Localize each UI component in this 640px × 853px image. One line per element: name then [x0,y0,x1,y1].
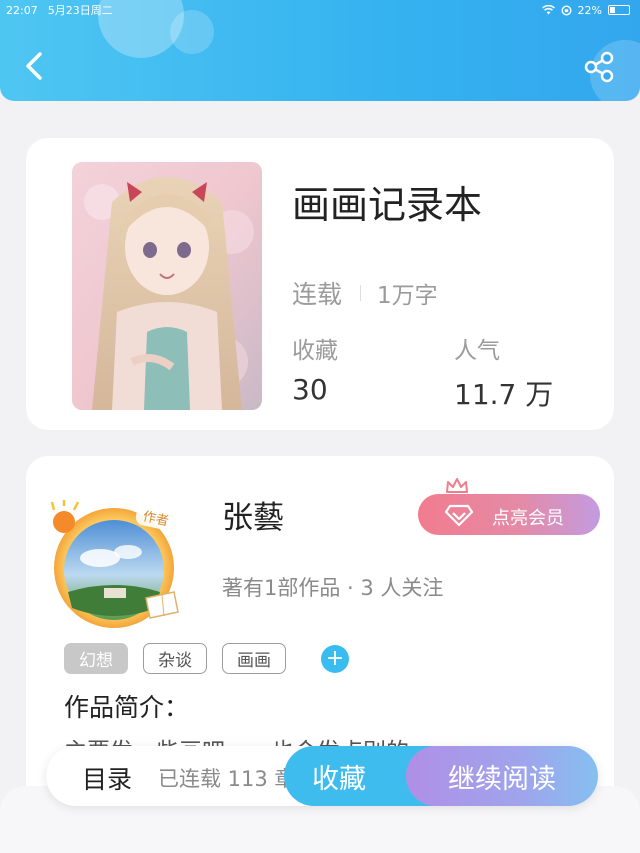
book-title: 画画记录本 [292,183,483,227]
back-button[interactable] [20,48,50,84]
crown-icon [446,478,468,493]
stat-label: 人气 [454,338,500,364]
book-status-row: 连载 1万字 [292,275,438,311]
author-avatar[interactable]: 作者 [48,498,188,630]
bottom-action-bar: 目录 已连载 113 章 收藏 继续阅读 [46,746,598,806]
author-meta: 著有1部作品 · 3 人关注 [222,576,444,600]
diamond-icon [444,504,474,527]
chevron-left-icon [26,52,42,80]
cover-illustration [72,162,262,410]
serial-status: 连载 [292,280,343,309]
stat-popularity: 人气 11.7 万 [454,331,553,413]
status-bar: 22:07 5月23日周二 22% [6,2,630,18]
avatar-image: 作者 [50,498,179,628]
word-count: 1万字 [377,283,438,309]
favorite-button-label: 收藏 [312,763,366,795]
book-cover-image[interactable] [72,162,262,410]
lock-rotation-icon [561,4,572,16]
continue-reading-button[interactable]: 继续阅读 [406,746,598,806]
battery-percent: 22% [577,3,602,17]
stat-value: 30 [292,373,328,406]
top-header: 22:07 5月23日周二 22% [0,0,640,101]
activate-vip-button[interactable]: 点亮会员 [418,494,600,535]
divider [360,285,362,301]
tag-item[interactable]: 幻想 [64,643,128,674]
table-of-contents-button[interactable]: 目录 [82,760,132,796]
stat-value: 11.7 万 [454,378,554,411]
stat-label: 收藏 [292,338,338,364]
share-icon [584,51,614,83]
status-date: 5月23日周二 [47,4,113,17]
tag-item[interactable]: 画画 [222,643,286,674]
battery-icon [608,5,630,15]
continue-reading-label: 继续阅读 [448,763,556,795]
wifi-icon [541,5,555,15]
share-button[interactable] [582,50,616,84]
vip-button-label: 点亮会员 [492,508,564,529]
book-info-card: 画画记录本 连载 1万字 收藏 30 人气 11.7 万 [26,138,614,430]
tag-list: 幻想 杂谈 画画 + [64,643,349,674]
tag-item[interactable]: 杂谈 [143,643,207,674]
stat-favorites: 收藏 30 [292,331,338,406]
add-tag-button[interactable]: + [321,644,349,673]
chapter-progress[interactable]: 已连载 113 章 [158,763,295,793]
status-time: 22:07 [6,3,38,17]
intro-title: 作品简介： [64,693,190,722]
author-name: 张藝 [222,500,284,536]
